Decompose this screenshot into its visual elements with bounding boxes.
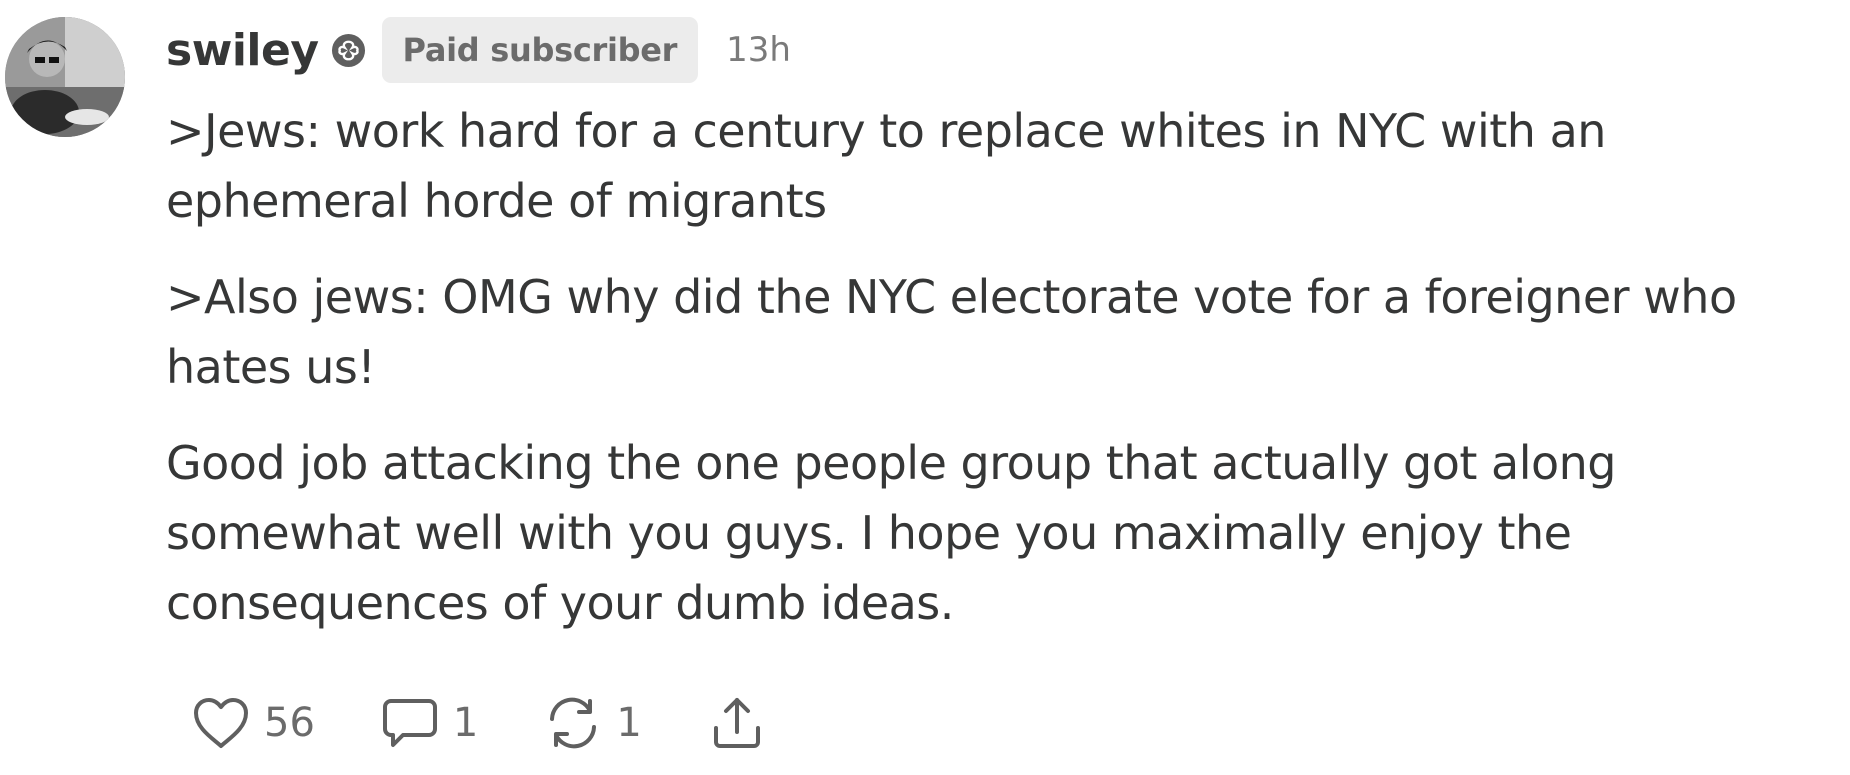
comment-paragraph: >Jews: work hard for a century to replac… bbox=[166, 104, 1606, 228]
heart-icon bbox=[194, 698, 248, 748]
speech-bubble-icon bbox=[382, 699, 437, 747]
comment: swiley Paid subscriber 13h >Jews: work h… bbox=[0, 0, 1850, 775]
comment-header: swiley Paid subscriber 13h bbox=[166, 16, 791, 84]
like-button[interactable]: 56 bbox=[192, 696, 315, 750]
restack-count: 1 bbox=[616, 700, 642, 746]
avatar[interactable] bbox=[5, 17, 125, 137]
reply-button[interactable]: 1 bbox=[381, 695, 478, 751]
comment-actions: 56 1 1 bbox=[192, 691, 832, 755]
share-button[interactable] bbox=[708, 694, 766, 752]
paid-subscriber-badge: Paid subscriber bbox=[381, 17, 699, 83]
reply-count: 1 bbox=[452, 700, 479, 746]
timestamp[interactable]: 13h bbox=[726, 30, 791, 70]
comment-paragraph: Good job attacking the one people group … bbox=[166, 436, 1617, 630]
username[interactable]: swiley bbox=[166, 25, 319, 76]
restack-button[interactable]: 1 bbox=[544, 695, 642, 751]
comment-body: >Jews: work hard for a century to replac… bbox=[166, 96, 1850, 664]
like-count: 56 bbox=[264, 700, 315, 746]
subscriber-badge-icon bbox=[331, 33, 366, 68]
comment-paragraph: >Also jews: OMG why did the NYC electora… bbox=[166, 270, 1737, 394]
share-upload-icon bbox=[713, 698, 760, 748]
restack-arrows-icon bbox=[550, 697, 597, 749]
